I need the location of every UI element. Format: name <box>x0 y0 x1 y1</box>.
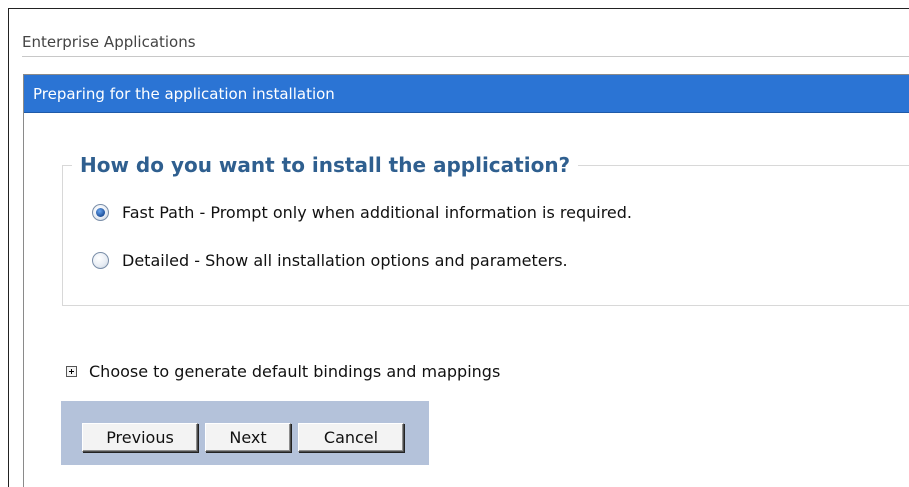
fast-path-option[interactable]: Fast Path - Prompt only when additional … <box>92 200 632 224</box>
install-method-legend: How do you want to install the applicati… <box>72 151 579 179</box>
bindings-expander-label: Choose to generate default bindings and … <box>89 362 501 381</box>
detailed-radio[interactable] <box>92 251 109 269</box>
previous-button[interactable]: Previous <box>82 423 198 452</box>
detailed-label: Detailed - Show all installation options… <box>122 250 568 270</box>
breadcrumb[interactable]: Enterprise Applications <box>22 33 196 51</box>
detailed-option[interactable]: Detailed - Show all installation options… <box>92 248 568 272</box>
next-button[interactable]: Next <box>205 423 291 452</box>
install-method-fieldset: How do you want to install the applicati… <box>62 151 909 306</box>
install-panel: Preparing for the application installati… <box>23 74 909 487</box>
panel-title: Preparing for the application installati… <box>24 75 909 113</box>
fast-path-radio[interactable] <box>92 203 109 221</box>
wizard-button-bar: Previous Next Cancel <box>61 401 429 465</box>
breadcrumb-divider <box>22 56 909 57</box>
bindings-expander[interactable]: Choose to generate default bindings and … <box>66 362 500 381</box>
expand-plus-icon[interactable] <box>66 366 77 377</box>
cancel-button[interactable]: Cancel <box>298 423 404 452</box>
fast-path-label: Fast Path - Prompt only when additional … <box>122 202 633 222</box>
